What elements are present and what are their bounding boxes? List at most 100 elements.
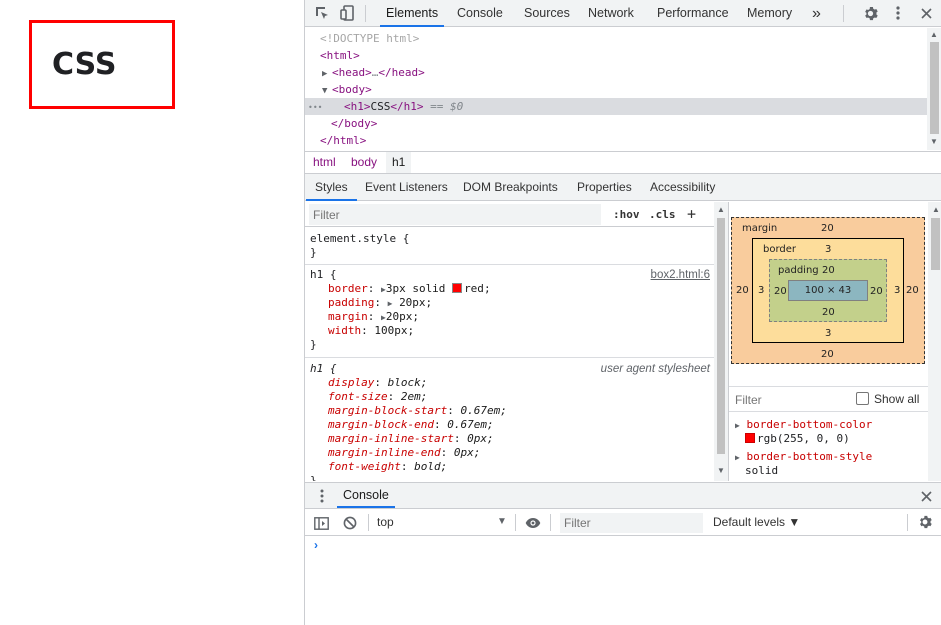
styles-filter-input[interactable]	[309, 204, 601, 225]
computed-scrollbar[interactable]: ▲	[928, 202, 941, 481]
scroll-thumb[interactable]	[930, 42, 939, 134]
padding-bottom-value[interactable]: 20	[822, 307, 835, 318]
margin-right-value[interactable]: 20	[906, 285, 919, 296]
show-all-checkbox[interactable]	[856, 392, 869, 405]
box-model-content[interactable]: 100 × 43	[788, 280, 868, 301]
device-toolbar-icon[interactable]	[339, 4, 357, 22]
color-swatch[interactable]	[745, 433, 755, 443]
computed-property-border-bottom-style[interactable]: ▶ border-bottom-style	[735, 450, 872, 463]
log-levels-dropdown[interactable]: Default levels ▼	[713, 515, 800, 529]
computed-property-name: border-bottom-color	[746, 418, 873, 431]
tree-line-html[interactable]: <html>	[305, 47, 927, 64]
element-style-selector[interactable]: element.style {	[305, 232, 714, 246]
property-value[interactable]: 3px solid	[386, 282, 446, 295]
border-bottom-value[interactable]: 3	[825, 328, 831, 339]
tree-line-body-close[interactable]: </body>	[305, 115, 927, 132]
hover-state-toggle[interactable]: :hov	[613, 202, 640, 227]
console-filter-input[interactable]	[560, 513, 703, 533]
tree-line-body[interactable]: ▼ <body>	[305, 81, 927, 98]
style-property-margin[interactable]: margin: ▶20px;	[305, 310, 714, 324]
more-options-icon[interactable]	[889, 4, 907, 22]
tab-memory[interactable]: Memory	[747, 0, 792, 27]
toolbar-separator	[907, 514, 908, 531]
scroll-up-arrow-icon[interactable]: ▲	[930, 31, 938, 39]
computed-filter-input[interactable]	[735, 391, 835, 409]
tree-scrollbar[interactable]: ▲ ▼	[927, 28, 941, 150]
property-color-value[interactable]: red	[464, 282, 484, 295]
tab-dom-breakpoints[interactable]: DOM Breakpoints	[463, 174, 558, 201]
property-name[interactable]: width	[328, 324, 361, 337]
scroll-thumb[interactable]	[931, 218, 940, 270]
expand-triangle-icon[interactable]: ▶	[735, 421, 740, 430]
style-property-border[interactable]: border: ▶3px solid red;	[305, 282, 714, 296]
console-sidebar-icon[interactable]	[312, 514, 330, 532]
scroll-up-arrow-icon[interactable]: ▲	[717, 206, 725, 214]
tree-line-html-close[interactable]: </html>	[305, 132, 927, 149]
margin-left-value[interactable]: 20	[736, 285, 749, 296]
context-dropdown-icon[interactable]: ▼	[497, 516, 507, 527]
scroll-down-arrow-icon[interactable]: ▼	[717, 467, 725, 475]
padding-right-value[interactable]: 20	[870, 286, 883, 297]
class-toggle[interactable]: .cls	[649, 202, 676, 227]
scroll-thumb[interactable]	[717, 218, 725, 454]
margin-bottom-value[interactable]: 20	[821, 349, 834, 360]
inspect-element-icon[interactable]	[313, 4, 331, 22]
rule-source-label: user agent stylesheet	[600, 363, 710, 375]
tab-sources[interactable]: Sources	[524, 0, 570, 27]
property-value[interactable]: 20px;	[386, 310, 419, 323]
property-value[interactable]: 100px;	[374, 324, 414, 337]
border-right-value[interactable]: 3	[894, 285, 900, 296]
live-expression-eye-icon[interactable]	[524, 514, 542, 532]
rule-source-link[interactable]: box2.html:6	[651, 268, 710, 282]
new-style-rule-button[interactable]: +	[687, 202, 696, 227]
settings-gear-icon[interactable]	[861, 4, 879, 22]
scroll-down-arrow-icon[interactable]: ▼	[930, 138, 938, 146]
show-all-label[interactable]: Show all	[874, 392, 919, 406]
expand-triangle-icon[interactable]: ▶	[735, 453, 740, 462]
context-selector-value[interactable]: top	[377, 515, 394, 529]
property-name[interactable]: padding	[328, 296, 374, 309]
html-close-tag: </html>	[320, 134, 367, 147]
style-property-padding[interactable]: padding: ▶ 20px;	[305, 296, 714, 310]
tab-event-listeners[interactable]: Event Listeners	[365, 174, 448, 201]
breadcrumb-body[interactable]: body	[345, 152, 383, 173]
property-name[interactable]: margin	[328, 310, 368, 323]
border-top-value[interactable]: 3	[825, 244, 831, 255]
breadcrumb-h1[interactable]: h1	[386, 152, 412, 173]
styles-scrollbar[interactable]: ▲ ▼	[714, 202, 728, 481]
margin-top-value[interactable]: 20	[821, 223, 834, 234]
tree-line-head[interactable]: ▶ <head>…</head>	[305, 64, 927, 81]
color-swatch[interactable]	[452, 283, 463, 293]
rule-selector[interactable]: h1	[310, 268, 323, 281]
style-property-width[interactable]: width: 100px;	[305, 324, 714, 338]
clear-console-icon[interactable]	[341, 514, 359, 532]
breadcrumb-html[interactable]: html	[307, 152, 342, 173]
drawer-tab-console[interactable]: Console	[337, 483, 395, 508]
tab-console[interactable]: Console	[457, 0, 503, 27]
tree-line-doctype[interactable]: <!DOCTYPE html>	[305, 30, 927, 47]
console-settings-gear-icon[interactable]	[916, 513, 934, 531]
computed-property-value-line: rgb(255, 0, 0)	[745, 432, 850, 445]
tab-accessibility[interactable]: Accessibility	[650, 174, 715, 201]
row-menu-dots[interactable]: •••	[308, 99, 344, 116]
close-drawer-icon[interactable]	[917, 487, 935, 505]
tab-elements[interactable]: Elements	[379, 0, 445, 27]
scroll-up-arrow-icon[interactable]: ▲	[932, 206, 940, 214]
property-name[interactable]: border	[328, 282, 368, 295]
drawer-menu-icon[interactable]	[313, 487, 331, 505]
tree-line-h1-selected[interactable]: ••• <h1>CSS</h1> == $0	[305, 98, 927, 115]
tab-network[interactable]: Network	[588, 0, 634, 27]
content-size-value[interactable]: 100 × 43	[789, 285, 867, 296]
close-devtools-icon[interactable]	[917, 4, 935, 22]
property-value[interactable]: 20px;	[399, 296, 432, 309]
border-left-value[interactable]: 3	[758, 285, 764, 296]
tab-performance[interactable]: Performance	[657, 0, 729, 27]
console-prompt[interactable]: ›	[314, 538, 318, 552]
expand-triangle-icon[interactable]: ▶	[388, 299, 393, 308]
padding-top-value[interactable]: 20	[822, 265, 835, 276]
more-tabs-button[interactable]: »	[812, 0, 821, 27]
tab-styles[interactable]: Styles	[306, 174, 357, 201]
computed-property-border-bottom-color[interactable]: ▶ border-bottom-color	[735, 418, 872, 431]
tab-properties[interactable]: Properties	[577, 174, 632, 201]
padding-left-value[interactable]: 20	[774, 286, 787, 297]
